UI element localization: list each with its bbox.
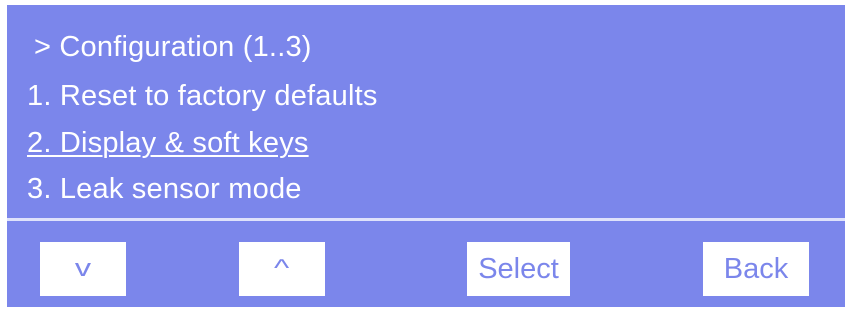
up-button[interactable]: ^ — [239, 242, 325, 296]
chevron-up-icon: ^ — [274, 255, 290, 282]
menu-item-leak-sensor-mode[interactable]: 3. Leak sensor mode — [27, 172, 302, 206]
menu-item-reset-factory-defaults[interactable]: 1. Reset to factory defaults — [27, 79, 378, 113]
menu-item-display-soft-keys[interactable]: 2. Display & soft keys — [27, 126, 309, 160]
divider — [7, 218, 845, 221]
chevron-down-icon: v — [74, 255, 92, 282]
down-button[interactable]: v — [40, 242, 126, 296]
lcd-screen: > Configuration (1..3) 1. Reset to facto… — [7, 5, 845, 307]
menu-header: > Configuration (1..3) — [34, 31, 312, 63]
back-button[interactable]: Back — [703, 242, 809, 296]
select-button[interactable]: Select — [467, 242, 570, 296]
